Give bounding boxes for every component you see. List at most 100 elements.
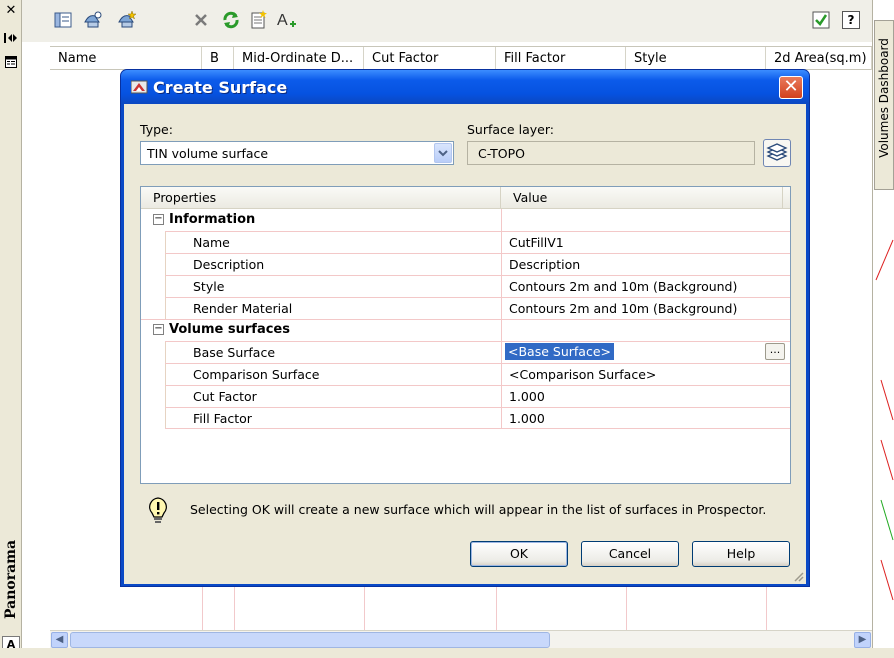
property-value[interactable]: 1.000 (509, 411, 545, 426)
property-name: Fill Factor (193, 411, 252, 426)
scroll-left-icon[interactable]: ◀ (51, 632, 68, 648)
layers-icon (766, 143, 788, 161)
surface-layer-field: C-TOPO (467, 141, 755, 165)
value-column-header[interactable]: Value (501, 187, 783, 209)
status-strip (0, 648, 894, 658)
info-message: Selecting OK will create a new surface w… (190, 502, 767, 517)
property-value[interactable]: CutFillV1 (509, 235, 564, 250)
property-value[interactable]: Contours 2m and 10m (Background) (509, 279, 737, 294)
property-name: Style (193, 279, 225, 294)
property-value[interactable]: 1.000 (509, 389, 545, 404)
chevron-down-icon[interactable] (434, 143, 452, 163)
column-header-mid-ordinate[interactable]: Mid-Ordinate D... (234, 47, 364, 71)
column-header-2d-area[interactable]: 2d Area(sq.m) (766, 47, 872, 71)
lightbulb-icon (149, 497, 167, 523)
category-name: Volume surfaces (169, 322, 290, 337)
row-divider (165, 363, 790, 364)
collapse-icon[interactable]: − (153, 214, 164, 225)
property-name: Comparison Surface (193, 367, 320, 382)
property-row[interactable]: Comparison Surface <Comparison Surface> (141, 363, 790, 385)
row-gutter (165, 385, 166, 407)
row-gutter (165, 275, 166, 297)
palette-close-icon[interactable]: ✕ (2, 2, 20, 18)
scroll-thumb[interactable] (70, 632, 550, 648)
delete-icon[interactable] (190, 9, 212, 31)
row-gutter (165, 297, 166, 319)
auto-hide-icon[interactable] (2, 30, 20, 46)
panorama-label: Panorama (3, 539, 19, 619)
type-dropdown-value: TIN volume surface (147, 146, 269, 161)
cell-divider (501, 275, 502, 297)
cell-divider (501, 363, 502, 385)
property-value[interactable]: Contours 2m and 10m (Background) (509, 301, 737, 316)
cell-divider (501, 209, 502, 231)
add-text-icon[interactable]: A (276, 9, 298, 31)
new-surface-icon[interactable] (116, 9, 138, 31)
properties-icon[interactable] (2, 54, 20, 70)
browse-ellipsis-button[interactable]: ... (765, 343, 785, 360)
properties-column-header[interactable]: Properties (141, 187, 501, 209)
property-name: Description (193, 257, 265, 272)
help-button[interactable]: Help (692, 541, 790, 567)
resize-grip-icon[interactable] (792, 570, 804, 582)
property-row[interactable]: Fill Factor 1.000 (141, 407, 790, 429)
property-row[interactable]: Description Description (141, 253, 790, 275)
collapse-icon[interactable]: − (153, 324, 164, 335)
column-header-fill-factor[interactable]: Fill Factor (496, 47, 626, 71)
volumes-dashboard-tab[interactable]: Volumes Dashboard (874, 20, 894, 190)
dialog-close-button[interactable]: ✕ (779, 76, 803, 99)
dialog-titlebar[interactable]: Create Surface ✕ (121, 70, 809, 104)
cell-divider (501, 341, 502, 363)
panel-icon[interactable] (52, 9, 74, 31)
svg-text:A: A (277, 12, 288, 29)
row-divider (141, 319, 790, 320)
checkbox-icon[interactable] (810, 9, 832, 31)
type-dropdown[interactable]: TIN volume surface (140, 141, 454, 165)
layer-select-button[interactable] (763, 139, 791, 167)
property-value[interactable]: <Comparison Surface> (509, 367, 656, 382)
refresh-icon[interactable] (220, 9, 242, 31)
row-gutter (165, 253, 166, 275)
category-name: Information (169, 212, 256, 227)
type-label: Type: (140, 122, 173, 137)
add-surface-icon[interactable] (82, 9, 104, 31)
row-divider (165, 407, 790, 408)
application-window: ✕ Panorama A A ? Name B Mid-Ordinate D..… (0, 0, 894, 658)
property-row[interactable]: Style Contours 2m and 10m (Background) (141, 275, 790, 297)
property-row[interactable]: Name CutFillV1 (141, 231, 790, 253)
row-divider (165, 297, 790, 298)
property-row-selected[interactable]: Base Surface <Base Surface> ... (141, 341, 790, 363)
column-header-name[interactable]: Name (50, 47, 202, 71)
toolbar: A ? (22, 0, 872, 42)
report-icon[interactable] (248, 9, 270, 31)
column-header-style[interactable]: Style (626, 47, 766, 71)
property-row[interactable]: Render Material Contours 2m and 10m (Bac… (141, 297, 790, 319)
column-header-b[interactable]: B (202, 47, 234, 71)
scroll-right-icon[interactable]: ▶ (854, 632, 871, 648)
volumes-dashboard-label: Volumes Dashboard (877, 38, 891, 158)
drawing-preview (875, 239, 894, 601)
cancel-button[interactable]: Cancel (581, 541, 679, 567)
row-divider (165, 275, 790, 276)
help-icon[interactable]: ? (842, 11, 860, 29)
civil3d-app-icon (131, 80, 148, 94)
cell-divider (501, 319, 502, 341)
property-value[interactable]: Description (509, 257, 580, 272)
grid-header: Name B Mid-Ordinate D... Cut Factor Fill… (50, 46, 872, 71)
surface-layer-value: C-TOPO (478, 146, 525, 161)
property-name: Base Surface (193, 345, 276, 360)
row-divider (165, 231, 790, 232)
properties-grid: Properties Value − Information Name CutF… (140, 186, 791, 484)
row-divider (165, 253, 790, 254)
ok-button[interactable]: OK (470, 541, 568, 567)
row-gutter (165, 231, 166, 253)
base-surface-value[interactable]: <Base Surface> (505, 343, 614, 360)
property-name: Cut Factor (193, 389, 257, 404)
horizontal-scrollbar[interactable]: ◀ ▶ (50, 630, 872, 648)
property-row[interactable]: Cut Factor 1.000 (141, 385, 790, 407)
dialog-body: Type: TIN volume surface Surface layer: … (124, 104, 806, 584)
column-header-cut-factor[interactable]: Cut Factor (364, 47, 496, 71)
row-gutter (165, 363, 166, 385)
category-information[interactable]: − Information (141, 209, 790, 231)
category-volume-surfaces[interactable]: − Volume surfaces (141, 319, 790, 341)
